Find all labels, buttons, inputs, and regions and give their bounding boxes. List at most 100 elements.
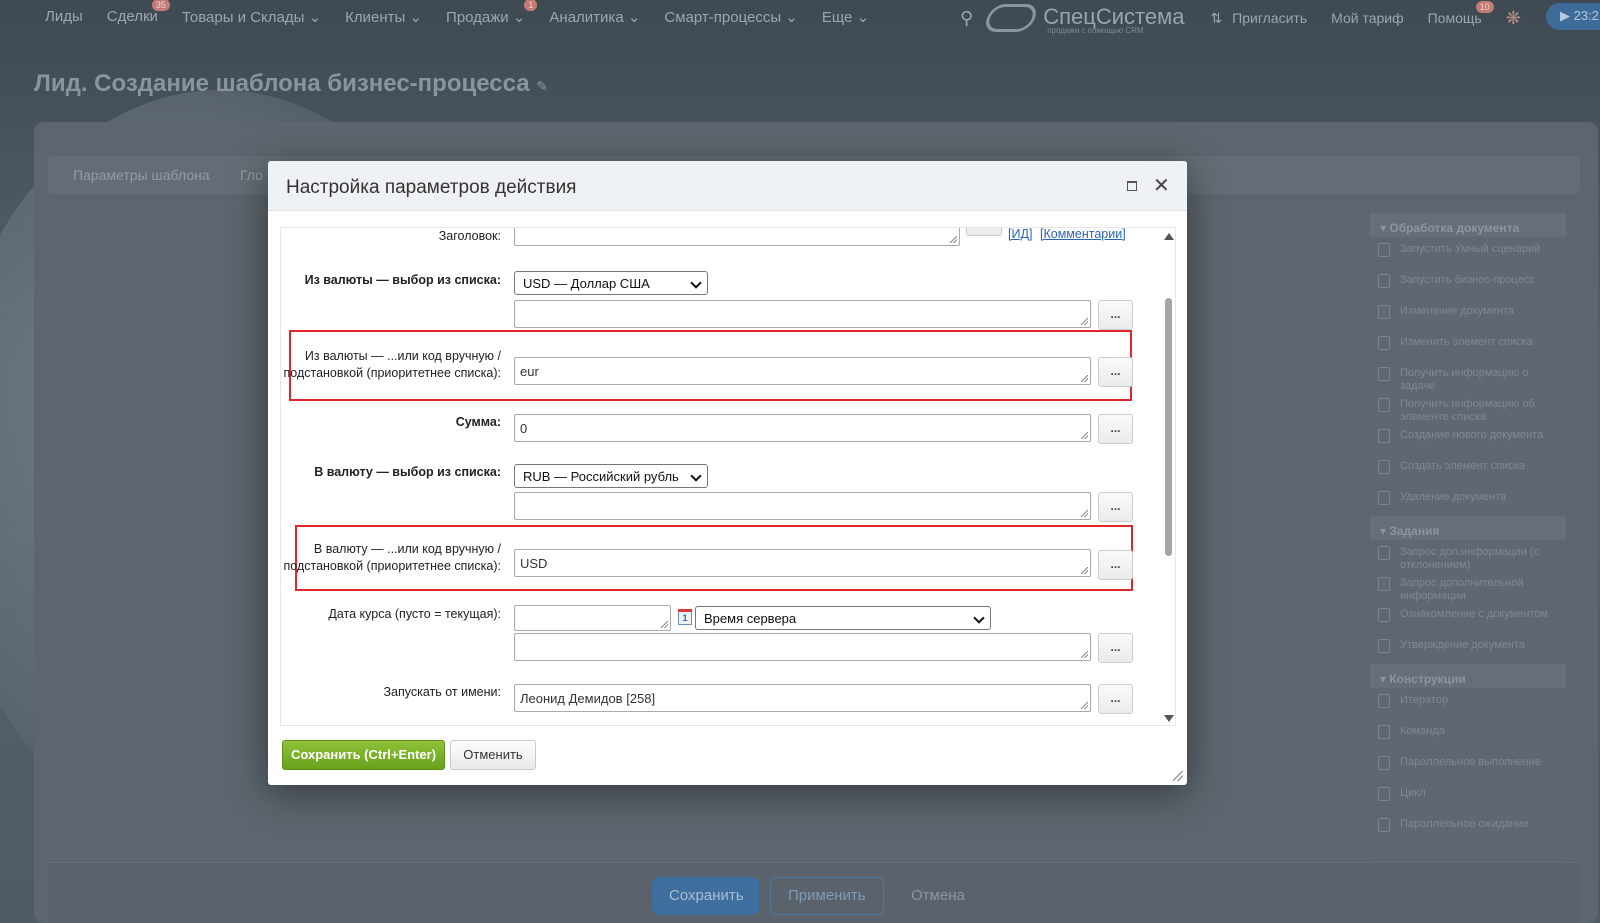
to-currency-manual-dots-button[interactable]: ... (1098, 550, 1133, 580)
sidebar-item[interactable]: Параллельное выполнение (1370, 750, 1566, 781)
amount-dots-button[interactable]: ... (1098, 414, 1133, 444)
from-currency-list-dots-button[interactable]: ... (1098, 300, 1133, 330)
scroll-thumb[interactable] (1165, 298, 1172, 556)
scroll-up-icon[interactable] (1164, 233, 1174, 240)
sidebar-item[interactable]: Запустить Умный сценарий (1370, 237, 1566, 268)
sidebar-item[interactable]: Запустить бизнес-процесс (1370, 268, 1566, 299)
page-save-button[interactable]: Сохранить (652, 877, 759, 915)
logo[interactable]: СпецСистема продажи с помощью CRM (982, 4, 1184, 35)
logo-mark-icon (982, 4, 1041, 33)
run-as-input[interactable]: Леонид Демидов [258] (514, 684, 1091, 712)
nav-item-deals[interactable]: Сделки 35 (107, 0, 170, 26)
maximize-icon[interactable] (1127, 181, 1137, 191)
to-currency-list-expression[interactable] (514, 492, 1091, 520)
nav-item-clients[interactable]: Клиенты ⌄ (345, 8, 422, 26)
close-icon[interactable]: ✕ (1153, 173, 1170, 198)
sidebar-item[interactable]: Изменение документа (1370, 299, 1566, 330)
amount-input[interactable]: 0 (514, 414, 1091, 442)
to-currency-list-dots-button[interactable]: ... (1098, 492, 1133, 522)
from-currency-list-label: Из валюты — выбор из списка: (304, 273, 501, 287)
dialog-form: Заголовок: [ИД] [Комментарии] Из валюты … (280, 227, 1176, 726)
dialog-cancel-button[interactable]: Отменить (450, 740, 536, 770)
id-link[interactable]: [ИД] (1008, 228, 1032, 241)
sidebar-item[interactable]: Итератор (1370, 688, 1566, 719)
nav-item-leads[interactable]: Лиды (45, 8, 83, 26)
activity-icon (1378, 546, 1390, 560)
sidebar-scrollbar[interactable] (1566, 213, 1580, 863)
scroll-down-icon[interactable] (1164, 715, 1174, 722)
rate-date-label: Дата курса (пусто = текущая): (328, 607, 501, 621)
sidebar-item[interactable]: Запрос дополнительной информации (1370, 571, 1566, 602)
rate-date-input[interactable] (514, 605, 671, 631)
page-cancel-button[interactable]: Отмена (911, 887, 965, 904)
activities-sidebar: ▾ Обработка документа Запустить Умный сц… (1370, 213, 1566, 863)
calendar-icon[interactable]: 1 (678, 609, 692, 625)
invite-link[interactable]: Пригласить (1232, 10, 1307, 26)
pin-icon[interactable]: ✎ (536, 78, 548, 94)
help-link[interactable]: Помощь 10 (1428, 1, 1494, 26)
sidebar-item[interactable]: Получить информацию о задаче (1370, 361, 1566, 392)
sidebar-item[interactable]: Цикл (1370, 781, 1566, 812)
activity-icon (1378, 787, 1390, 801)
tab-global[interactable]: Гло (240, 167, 263, 183)
nav-item-smart-processes[interactable]: Смарт-процессы ⌄ (664, 8, 797, 26)
nav-item-more[interactable]: Еще ⌄ (822, 8, 869, 26)
dialog-scrollbar[interactable] (1161, 228, 1175, 725)
title-input[interactable] (514, 228, 960, 246)
sidebar-item[interactable]: Создать элемент списка (1370, 454, 1566, 485)
sidebar-group-document[interactable]: ▾ Обработка документа (1370, 213, 1566, 237)
run-as-label: Запускать от имени: (383, 685, 501, 699)
rate-date-expression[interactable] (514, 633, 1091, 661)
from-currency-manual-dots-button[interactable]: ... (1098, 357, 1133, 387)
title-dots-button[interactable] (966, 228, 1002, 236)
page-apply-button[interactable]: Применить (770, 877, 884, 915)
nav-item-goods[interactable]: Товары и Склады ⌄ (182, 8, 321, 26)
nav-badge-sales: 1 (524, 0, 538, 11)
tab-template-params[interactable]: Параметры шаблона (73, 167, 210, 183)
dialog-title: Настройка параметров действия (286, 177, 577, 198)
sidebar-item[interactable]: Создание нового документа (1370, 423, 1566, 454)
sidebar-group-tasks[interactable]: ▾ Задания (1370, 516, 1566, 540)
apps-icon[interactable]: ❋ (1506, 8, 1521, 29)
nav-item-sales[interactable]: Продажи ⌄ 1 (446, 0, 538, 26)
from-currency-manual-input[interactable]: eur (514, 357, 1091, 385)
sidebar-group-constructions[interactable]: ▾ Конструкции (1370, 664, 1566, 688)
top-nav-right: ⚲ СпецСистема продажи с помощью CRM ⇅ При… (960, 1, 1521, 35)
to-currency-manual-input[interactable]: USD (514, 549, 1091, 577)
activity-icon (1378, 460, 1390, 474)
sort-icon[interactable]: ⇅ (1210, 10, 1222, 27)
dialog-header: Настройка параметров действия ✕ (268, 161, 1187, 211)
top-navigation: Лиды Сделки 35 Товары и Склады ⌄ Клиенты … (0, 0, 1600, 35)
sidebar-item[interactable]: Запрос доп.информации (с отклонением) (1370, 540, 1566, 571)
top-nav-menu: Лиды Сделки 35 Товары и Склады ⌄ Клиенты … (45, 0, 893, 26)
sidebar-item[interactable]: Удаление документа (1370, 485, 1566, 516)
tariff-link[interactable]: Мой тариф (1331, 10, 1403, 26)
activity-icon (1378, 398, 1390, 412)
time-zone-select[interactable]: Время сервера (695, 606, 991, 630)
sidebar-item[interactable]: Утверждение документа (1370, 633, 1566, 664)
comments-link[interactable]: [Комментарии] (1040, 228, 1126, 241)
search-icon[interactable]: ⚲ (960, 8, 973, 29)
work-day-clock[interactable]: ▶ 23:2 (1546, 3, 1600, 30)
activity-icon (1378, 694, 1390, 708)
rate-date-dots-button[interactable]: ... (1098, 633, 1133, 663)
sidebar-item[interactable]: Параллельное ожидание (1370, 812, 1566, 843)
sidebar-item[interactable]: Команда (1370, 719, 1566, 750)
sidebar-item[interactable]: Получить информацию об элементе списка (1370, 392, 1566, 423)
sidebar-item[interactable]: Изменить элемент списка (1370, 330, 1566, 361)
nav-item-analytics[interactable]: Аналитика ⌄ (549, 8, 640, 26)
action-settings-dialog: Настройка параметров действия ✕ Заголово… (268, 161, 1187, 785)
activity-icon (1378, 577, 1390, 591)
title-label: Заголовок: (438, 229, 501, 243)
activity-icon (1378, 756, 1390, 770)
from-currency-select[interactable]: USD — Доллар США (514, 271, 708, 295)
help-badge: 10 (1475, 1, 1494, 14)
activity-icon (1378, 725, 1390, 739)
sidebar-item[interactable]: Ознакомление с документом (1370, 602, 1566, 633)
run-as-dots-button[interactable]: ... (1098, 684, 1133, 714)
dialog-save-button[interactable]: Сохранить (Ctrl+Enter) (282, 740, 445, 770)
from-currency-list-expression[interactable] (514, 300, 1091, 328)
activity-icon (1378, 639, 1390, 653)
resize-handle-icon[interactable] (1173, 771, 1183, 781)
to-currency-select[interactable]: RUB — Российский рубль (514, 464, 708, 488)
